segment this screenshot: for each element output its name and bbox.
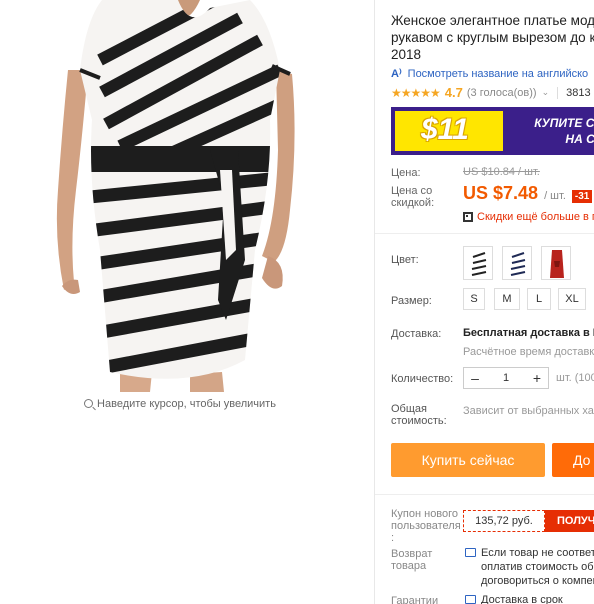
get-coupon-button[interactable]: ПОЛУЧ: [545, 510, 594, 532]
quantity-label: Количество:: [391, 373, 454, 385]
returns-text-line: договориться о компен: [481, 575, 594, 587]
total-value: Зависит от выбранных хар: [463, 405, 594, 417]
color-option-striped-navy-white[interactable]: [502, 246, 532, 280]
total-label: Общая стоимость:: [391, 403, 447, 427]
translate-icon: A⁾: [391, 68, 402, 80]
quantity-stepper: – 1 +: [463, 367, 549, 389]
coupon-label-line: Купон нового: [391, 508, 459, 520]
coupon-label: Купон нового пользователя :: [391, 508, 461, 544]
rating-votes[interactable]: (3 голоса(ов)): [467, 87, 537, 99]
dress-thumbnail-icon: [471, 250, 487, 278]
guarantees-label: Гарантии: [391, 595, 439, 604]
size-label: Размер:: [391, 295, 432, 307]
product-image-pane: Наведите курсор, чтобы увеличить: [0, 0, 374, 604]
promo-banner[interactable]: $11 КУПИТЕ СЕЙ НА СЛЕ: [391, 107, 594, 155]
product-title-line: рукавом с круглым вырезом до ко: [391, 30, 594, 45]
discount-price-label-line: скидкой:: [391, 197, 435, 209]
total-label-line: Общая: [391, 403, 427, 415]
shipping-method[interactable]: Бесплатная доставка в R: [463, 327, 594, 339]
dress-thumbnail-icon: [550, 250, 564, 278]
size-option-xl[interactable]: XL: [558, 288, 586, 310]
delivery-guarantee-icon: [465, 595, 476, 604]
promo-text-line: НА СЛЕ: [565, 132, 594, 146]
translate-link[interactable]: A⁾ Посмотреть название на английско: [391, 67, 589, 81]
rating-row: ★★★★★ 4.7 (3 голоса(ов)) ⌄ 3813: [391, 85, 591, 100]
new-price: US $7.48: [463, 183, 539, 203]
product-info-pane: Женское элегантное платье модн рукавом с…: [375, 0, 594, 604]
size-option-l[interactable]: L: [527, 288, 551, 310]
returns-icon: [465, 548, 476, 557]
quantity-units: шт. (100: [556, 372, 594, 384]
magnifier-icon: [84, 399, 94, 408]
zoom-hint-text: Наведите курсор, чтобы увеличить: [97, 398, 276, 410]
old-price: US $10.84 / шт.: [463, 166, 540, 178]
returns-text-line: Если товар не соответс: [481, 547, 594, 559]
translate-link-text[interactable]: Посмотреть название на английско: [408, 68, 589, 80]
quantity-input[interactable]: 1: [486, 372, 526, 384]
divider: [375, 233, 594, 234]
returns-label-line: Возврат: [391, 548, 433, 560]
returns-text: Если товар не соответс оплатив стоимость…: [481, 546, 594, 588]
buy-now-button[interactable]: Купить сейчас: [391, 443, 545, 477]
product-photo[interactable]: [40, 0, 340, 392]
returns-label: Возврат товара: [391, 548, 432, 572]
promo-amount: $11: [421, 113, 469, 146]
rating-stars-icon: ★★★★★: [391, 85, 441, 100]
zoom-hint: Наведите курсор, чтобы увеличить: [0, 398, 360, 410]
new-price-row: US $7.48 / шт. -31: [463, 183, 593, 204]
qr-code-icon: [463, 212, 473, 222]
promo-text-line: КУПИТЕ СЕЙ: [534, 116, 594, 130]
coupon-amount: 135,72 руб.: [463, 510, 545, 532]
color-option-red[interactable]: [541, 246, 571, 280]
coupon-label-line: пользователя: [391, 520, 461, 532]
guarantee-text: Доставка в срок: [481, 594, 563, 604]
rating-value: 4.7: [444, 85, 463, 100]
total-label-line: стоимость:: [391, 415, 447, 427]
app-discount-text[interactable]: Скидки ещё больше в п: [477, 211, 594, 223]
product-title-line: Женское элегантное платье модн: [391, 13, 594, 28]
product-title: Женское элегантное платье модн рукавом с…: [391, 12, 594, 63]
dress-thumbnail-icon: [510, 250, 526, 278]
product-title-line: 2018: [391, 47, 422, 62]
size-option-m[interactable]: M: [494, 288, 520, 310]
shipping-label: Доставка:: [391, 328, 442, 340]
returns-text-line: оплатив стоимость обр: [481, 561, 594, 573]
add-to-cart-button[interactable]: До: [552, 443, 594, 477]
discount-price-label-line: Цена со: [391, 185, 433, 197]
app-discount-link[interactable]: Скидки ещё больше в п: [463, 211, 594, 223]
size-option-s[interactable]: S: [463, 288, 485, 310]
price-unit: / шт.: [544, 190, 566, 202]
quantity-plus-button[interactable]: +: [526, 370, 548, 386]
promo-text: КУПИТЕ СЕЙ НА СЛЕ: [511, 115, 594, 147]
shipping-estimate: Расчётное время доставки: [463, 346, 594, 358]
coupon-label-line: :: [391, 532, 395, 544]
orders-count: 3813: [566, 86, 591, 99]
price-label: Цена:: [391, 167, 421, 179]
divider: [557, 86, 559, 99]
color-option-striped-black-white[interactable]: [463, 246, 493, 280]
discount-badge: -31: [571, 190, 593, 203]
returns-label-line: товара: [391, 560, 427, 572]
discount-price-label: Цена со скидкой:: [391, 185, 434, 209]
chevron-down-icon[interactable]: ⌄: [542, 87, 550, 98]
quantity-minus-button[interactable]: –: [464, 370, 486, 386]
divider: [375, 494, 594, 495]
color-label: Цвет:: [391, 254, 419, 266]
